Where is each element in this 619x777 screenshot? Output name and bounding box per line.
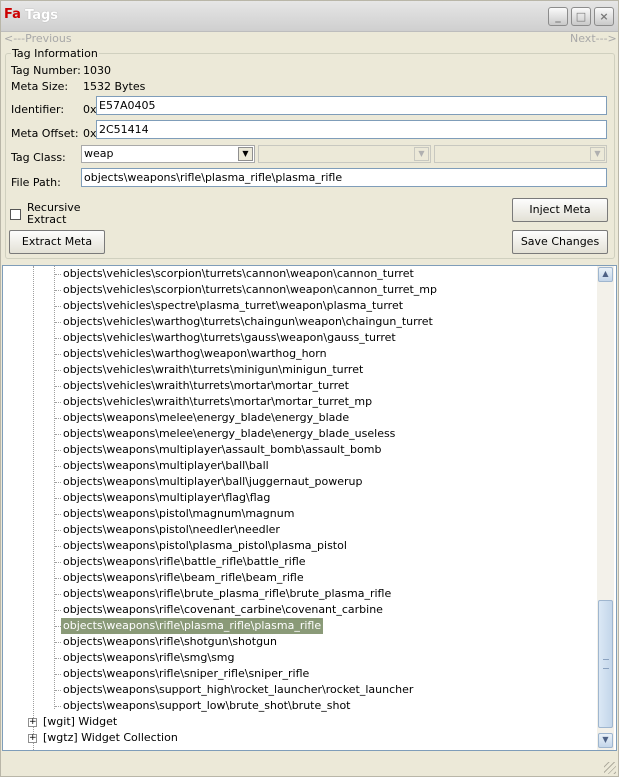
tree-item[interactable]: objects\vehicles\wraith\turrets\mortar\m… xyxy=(61,378,351,394)
tree-item[interactable]: objects\weapons\rifle\beam_rifle\beam_ri… xyxy=(61,570,306,586)
expand-plus-icon[interactable]: + xyxy=(28,734,37,743)
meta-offset-label: Meta Offset: xyxy=(11,127,79,140)
tree-item[interactable]: objects\weapons\multiplayer\flag\flag xyxy=(61,490,272,506)
tree-item[interactable]: objects\weapons\melee\energy_blade\energ… xyxy=(61,426,397,442)
resize-grip-icon[interactable] xyxy=(604,762,616,774)
tree-item[interactable]: objects\vehicles\warthog\turrets\gauss\w… xyxy=(61,330,398,346)
tag-tree-view[interactable]: objects\vehicles\scorpion\turrets\cannon… xyxy=(2,265,617,751)
file-path-label: File Path: xyxy=(11,176,61,189)
expand-plus-icon[interactable]: + xyxy=(28,718,37,727)
status-bar xyxy=(1,753,618,776)
tree-item[interactable]: objects\weapons\pistol\plasma_pistol\pla… xyxy=(61,538,349,554)
tree-item[interactable]: objects\vehicles\warthog\turrets\chaingu… xyxy=(61,314,435,330)
file-path-field[interactable]: objects\weapons\rifle\plasma_rifle\plasm… xyxy=(81,168,607,187)
scrollbar-thumb[interactable] xyxy=(598,600,613,728)
tree-item[interactable]: objects\weapons\multiplayer\ball\juggern… xyxy=(61,474,364,490)
previous-link[interactable]: <---Previous xyxy=(4,32,72,45)
tree-item[interactable]: objects\weapons\support_high\rocket_laun… xyxy=(61,682,415,698)
meta-offset-hex-prefix: 0x xyxy=(83,127,97,140)
tags-window: Fa Tags _ □ × <---Previous Next---> Tag … xyxy=(0,0,619,777)
chevron-down-icon: ▼ xyxy=(414,147,429,161)
save-changes-button[interactable]: Save Changes xyxy=(512,230,608,254)
tree-item[interactable]: objects\vehicles\scorpion\turrets\cannon… xyxy=(61,282,439,298)
tree-item[interactable]: objects\weapons\rifle\covenant_carbine\c… xyxy=(61,602,385,618)
next-link[interactable]: Next---> xyxy=(570,32,617,45)
tree-item-selected[interactable]: objects\weapons\rifle\plasma_rifle\plasm… xyxy=(61,618,324,634)
close-button[interactable]: × xyxy=(594,7,614,26)
tree-item[interactable]: objects\weapons\support_low\brute_shot\b… xyxy=(61,698,353,714)
tree-item[interactable]: objects\vehicles\wraith\turrets\mortar\m… xyxy=(61,394,374,410)
tag-subclass-select-2: ▼ xyxy=(434,145,607,163)
app-logo-icon: Fa xyxy=(4,7,21,22)
tag-class-value: weap xyxy=(84,147,114,160)
tree-item[interactable]: objects\weapons\rifle\battle_rifle\battl… xyxy=(61,554,308,570)
identifier-field[interactable]: E57A0405 xyxy=(96,96,607,115)
identifier-label: Identifier: xyxy=(11,103,65,116)
tree-item[interactable]: objects\vehicles\wraith\turrets\minigun\… xyxy=(61,362,365,378)
tree-item[interactable]: objects\weapons\multiplayer\ball\ball xyxy=(61,458,271,474)
window-title: Tags xyxy=(25,8,59,23)
tree-item[interactable]: objects\weapons\rifle\shotgun\shotgun xyxy=(61,634,279,650)
identifier-hex-prefix: 0x xyxy=(83,103,97,116)
chevron-down-icon[interactable]: ▼ xyxy=(238,147,253,161)
tree-category-node[interactable]: [wgit] Widget xyxy=(43,714,117,730)
tag-information-legend: Tag Information xyxy=(11,47,99,60)
tree-item[interactable]: objects\weapons\rifle\smg\smg xyxy=(61,650,237,666)
title-bar[interactable]: Fa Tags _ □ × xyxy=(1,1,618,32)
tag-number-value: 1030 xyxy=(83,64,111,77)
tag-subclass-select-1: ▼ xyxy=(258,145,431,163)
tree-category-node[interactable]: [wgtz] Widget Collection xyxy=(43,730,178,746)
scroll-up-arrow-icon[interactable]: ▲ xyxy=(598,267,613,282)
minimize-button[interactable]: _ xyxy=(548,7,568,26)
tree-item[interactable]: objects\weapons\melee\energy_blade\energ… xyxy=(61,410,351,426)
scroll-down-arrow-icon[interactable]: ▼ xyxy=(598,733,613,748)
scrollbar-grip xyxy=(603,659,609,669)
maximize-button[interactable]: □ xyxy=(571,7,591,26)
vertical-scrollbar[interactable]: ▲ ▼ xyxy=(597,266,614,750)
recursive-extract-label: Recursive Extract xyxy=(27,201,81,226)
tree-item[interactable]: objects\vehicles\warthog\weapon\warthog_… xyxy=(61,346,329,362)
chevron-down-icon: ▼ xyxy=(590,147,605,161)
inject-meta-button[interactable]: Inject Meta xyxy=(512,198,608,222)
tree-guide-line xyxy=(33,266,34,750)
tree-item[interactable]: objects\weapons\rifle\brute_plasma_rifle… xyxy=(61,586,393,602)
tree-item[interactable]: objects\weapons\rifle\sniper_rifle\snipe… xyxy=(61,666,311,682)
extract-meta-button[interactable]: Extract Meta xyxy=(9,230,105,254)
tree-item[interactable]: objects\weapons\pistol\needler\needler xyxy=(61,522,282,538)
tag-class-select[interactable]: weap ▼ xyxy=(81,145,255,163)
tree-item[interactable]: objects\weapons\multiplayer\assault_bomb… xyxy=(61,442,383,458)
tree-item[interactable]: objects\vehicles\scorpion\turrets\cannon… xyxy=(61,266,416,282)
tag-class-label: Tag Class: xyxy=(11,151,66,164)
meta-offset-field[interactable]: 2C51414 xyxy=(96,120,607,139)
meta-size-value: 1532 Bytes xyxy=(83,80,146,93)
tree-item[interactable]: objects\weapons\pistol\magnum\magnum xyxy=(61,506,296,522)
tag-number-label: Tag Number: xyxy=(11,64,81,77)
tree-item[interactable]: objects\vehicles\spectre\plasma_turret\w… xyxy=(61,298,405,314)
meta-size-label: Meta Size: xyxy=(11,80,69,93)
recursive-extract-checkbox[interactable] xyxy=(10,209,21,220)
